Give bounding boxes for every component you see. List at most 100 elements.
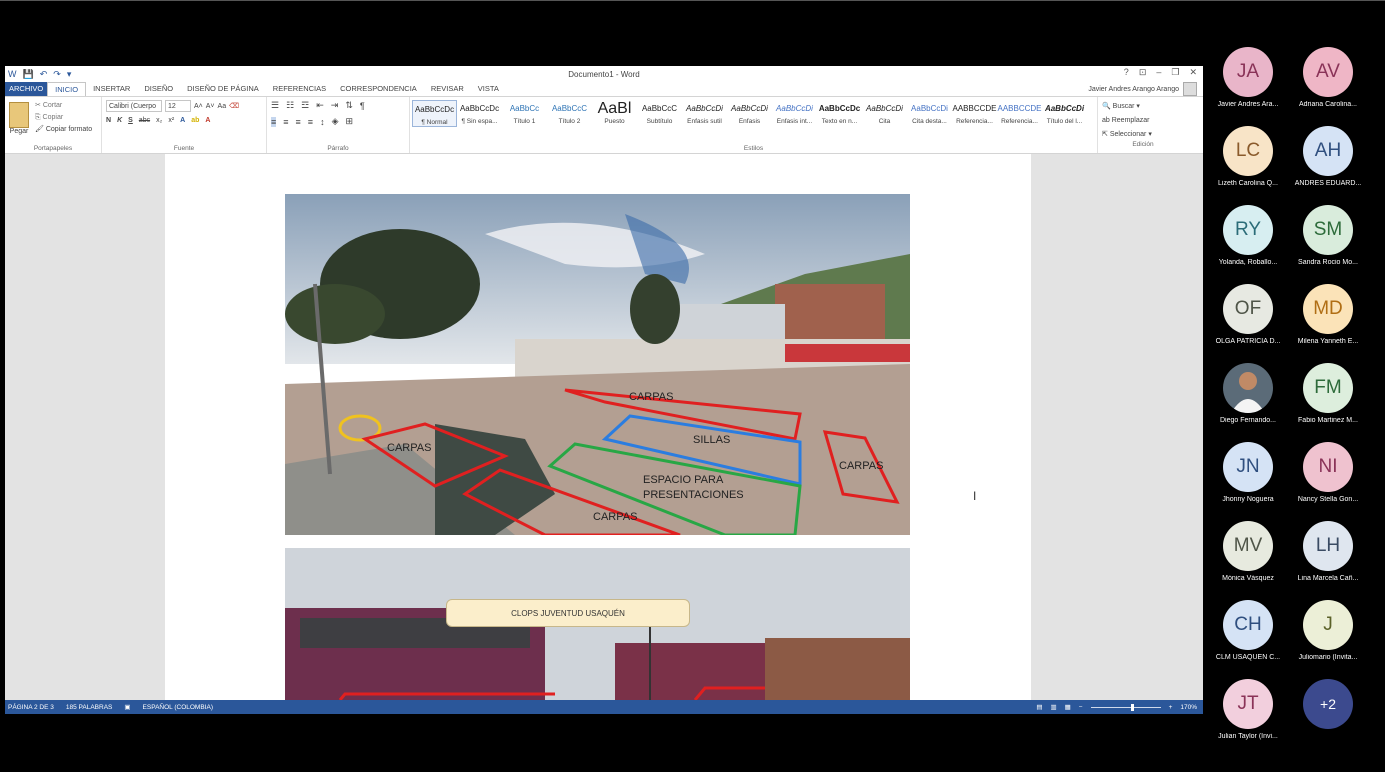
participant-tile[interactable]: JA Javier Andres Ara... bbox=[1210, 47, 1286, 108]
print-layout-icon[interactable]: ▥ bbox=[1050, 703, 1056, 711]
copy-button[interactable]: ⎘ Copiar bbox=[35, 112, 92, 124]
undo-icon[interactable]: ↶ bbox=[40, 69, 48, 80]
plaza-annotated-photo[interactable]: CARPAS CARPAS SILLAS CARPAS ESPACIO PARA… bbox=[285, 194, 910, 535]
style-item[interactable]: AaBbCcDi Título del l... bbox=[1042, 100, 1087, 127]
bullets-icon[interactable]: ☰ bbox=[271, 100, 279, 111]
style-item[interactable]: AaBbCcDi Énfasis sutil bbox=[682, 100, 727, 127]
find-button[interactable]: 🔍 Buscar ▾ bbox=[1102, 100, 1184, 114]
participant-tile[interactable]: J Juliomario (Invita... bbox=[1290, 600, 1366, 661]
paste-button[interactable]: Pegar bbox=[9, 100, 29, 136]
tab-archivo[interactable]: ARCHIVO bbox=[5, 82, 48, 96]
tab-insertar[interactable]: INSERTAR bbox=[86, 82, 137, 96]
participant-tile[interactable]: CH CLM USAQUEN C... bbox=[1210, 600, 1286, 661]
participant-tile[interactable]: OF OLGA PATRICIA D... bbox=[1210, 284, 1286, 345]
style-item[interactable]: AABBCCDE Referencia... bbox=[952, 100, 997, 127]
style-item[interactable]: AaBbCcDi Cita desta... bbox=[907, 100, 952, 127]
increase-indent-icon[interactable]: ⇥ bbox=[331, 100, 339, 111]
strikethrough-icon[interactable]: abc bbox=[139, 117, 150, 124]
read-mode-icon[interactable]: ▤ bbox=[1036, 703, 1042, 711]
style-item[interactable]: AaBbCcDc ¶ Sin espa... bbox=[457, 100, 502, 127]
participant-tile[interactable]: MV Mónica Vásquez bbox=[1210, 521, 1286, 582]
participant-tile[interactable]: FM Fabio Martinez M... bbox=[1290, 363, 1366, 424]
line-spacing-icon[interactable]: ↕ bbox=[320, 117, 325, 127]
style-item[interactable]: AaBbCcC Título 2 bbox=[547, 100, 592, 127]
font-name-select[interactable]: Calibri (Cuerpo bbox=[106, 100, 162, 112]
tab-diseno[interactable]: DISEÑO bbox=[137, 82, 180, 96]
style-item[interactable]: AaBbCc Título 1 bbox=[502, 100, 547, 127]
participant-tile[interactable]: AH ANDRES EDUARD... bbox=[1290, 126, 1366, 187]
save-icon[interactable]: 💾 bbox=[23, 69, 34, 80]
ribbon-options-button[interactable]: ⊡ bbox=[1139, 67, 1147, 78]
grow-font-icon[interactable]: A˄ bbox=[194, 103, 203, 110]
participant-tile[interactable]: RY Yolanda, Roballo... bbox=[1210, 205, 1286, 266]
web-layout-icon[interactable]: ▦ bbox=[1065, 703, 1071, 711]
participant-tile[interactable]: MD Milena Yanneth E... bbox=[1290, 284, 1366, 345]
clear-format-icon[interactable]: ⌫ bbox=[229, 102, 239, 110]
italic-icon[interactable]: K bbox=[117, 117, 122, 124]
highlight-icon[interactable]: ab bbox=[191, 117, 199, 124]
page-count[interactable]: PÁGINA 2 DE 3 bbox=[8, 704, 54, 711]
style-item[interactable]: AaBbCcDc ¶ Normal bbox=[412, 100, 457, 127]
zoom-in-button[interactable]: + bbox=[1169, 704, 1173, 711]
shading-icon[interactable]: ◈ bbox=[332, 116, 339, 127]
participant-tile[interactable]: LH Lina Marcela Cañ... bbox=[1290, 521, 1366, 582]
tab-revisar[interactable]: REVISAR bbox=[424, 82, 471, 96]
bold-icon[interactable]: N bbox=[106, 117, 111, 124]
style-item[interactable]: AaBl Puesto bbox=[592, 100, 637, 127]
tab-vista[interactable]: VISTA bbox=[471, 82, 506, 96]
proofing-icon[interactable]: ▣ bbox=[124, 703, 130, 711]
align-center-icon[interactable]: ≡ bbox=[283, 117, 288, 127]
close-button[interactable]: ✕ bbox=[1189, 67, 1197, 78]
participant-tile[interactable]: AV Adriana Carolina... bbox=[1290, 47, 1366, 108]
style-item[interactable]: AaBbCcC Subtítulo bbox=[637, 100, 682, 127]
redo-icon[interactable]: ↷ bbox=[53, 69, 61, 80]
justify-icon[interactable]: ≡ bbox=[308, 117, 313, 127]
font-color-icon[interactable]: A bbox=[205, 117, 210, 124]
text-effects-icon[interactable]: A bbox=[180, 117, 185, 124]
participant-tile[interactable]: NI Nancy Stella Gon... bbox=[1290, 442, 1366, 503]
align-left-icon[interactable]: ≡ bbox=[271, 116, 277, 127]
multilevel-icon[interactable]: ☲ bbox=[301, 100, 309, 111]
align-right-icon[interactable]: ≡ bbox=[296, 117, 301, 127]
shrink-font-icon[interactable]: A˅ bbox=[206, 103, 215, 110]
style-item[interactable]: AaBbCcDi Énfasis bbox=[727, 100, 772, 127]
participant-tile[interactable]: JN Jhonny Noguera bbox=[1210, 442, 1286, 503]
sort-icon[interactable]: ⇅ bbox=[345, 100, 353, 111]
word-count[interactable]: 185 PALABRAS bbox=[66, 704, 113, 711]
replace-button[interactable]: ab Reemplazar bbox=[1102, 114, 1184, 128]
tab-inicio[interactable]: INICIO bbox=[47, 82, 87, 96]
style-item[interactable]: AaBbCcDi Cita bbox=[862, 100, 907, 127]
user-account[interactable]: Javier Andres Arango Arango bbox=[1088, 82, 1197, 96]
underline-icon[interactable]: S bbox=[128, 117, 133, 124]
zoom-slider[interactable] bbox=[1090, 703, 1161, 711]
pilcrow-icon[interactable]: ¶ bbox=[360, 101, 365, 111]
zoom-slider-knob[interactable] bbox=[1130, 703, 1134, 711]
style-item[interactable]: AaBbCcDi Énfasis int... bbox=[772, 100, 817, 127]
tab-correspondencia[interactable]: CORRESPONDENCIA bbox=[333, 82, 424, 96]
numbering-icon[interactable]: ☷ bbox=[286, 100, 294, 111]
participant-tile[interactable]: +2 bbox=[1290, 679, 1366, 733]
customize-icon[interactable]: ▾ bbox=[67, 69, 72, 80]
format-painter-button[interactable]: 🖌 Copiar formato bbox=[35, 124, 92, 136]
change-case-icon[interactable]: Aa bbox=[218, 103, 227, 110]
style-item[interactable]: AaBbCcDc Texto en n... bbox=[817, 100, 862, 127]
cut-button[interactable]: ✂ Cortar bbox=[35, 100, 92, 112]
participant-tile[interactable]: Diego Fernando... bbox=[1210, 363, 1286, 424]
borders-icon[interactable]: ⊞ bbox=[345, 116, 353, 127]
zoom-out-button[interactable]: − bbox=[1079, 704, 1083, 711]
restore-button[interactable]: ❐ bbox=[1171, 67, 1179, 78]
help-button[interactable]: ? bbox=[1124, 67, 1129, 78]
font-size-select[interactable]: 12 bbox=[165, 100, 191, 112]
participant-tile[interactable]: SM Sandra Rocio Mo... bbox=[1290, 205, 1366, 266]
participant-tile[interactable]: LC Lizeth Carolina Q... bbox=[1210, 126, 1286, 187]
zoom-level[interactable]: 170% bbox=[1180, 704, 1197, 711]
superscript-icon[interactable]: x² bbox=[168, 117, 174, 124]
tab-referencias[interactable]: REFERENCIAS bbox=[266, 82, 333, 96]
participant-tile[interactable]: JT Julian Taylor (Invi... bbox=[1210, 679, 1286, 740]
subscript-icon[interactable]: x₂ bbox=[156, 117, 162, 124]
decrease-indent-icon[interactable]: ⇤ bbox=[316, 100, 324, 111]
minimize-button[interactable]: – bbox=[1156, 67, 1161, 78]
tab-diseno-pagina[interactable]: DISEÑO DE PÁGINA bbox=[180, 82, 266, 96]
style-item[interactable]: AABBCCDE Referencia... bbox=[997, 100, 1042, 127]
language-status[interactable]: ESPAÑOL (COLOMBIA) bbox=[143, 704, 213, 711]
